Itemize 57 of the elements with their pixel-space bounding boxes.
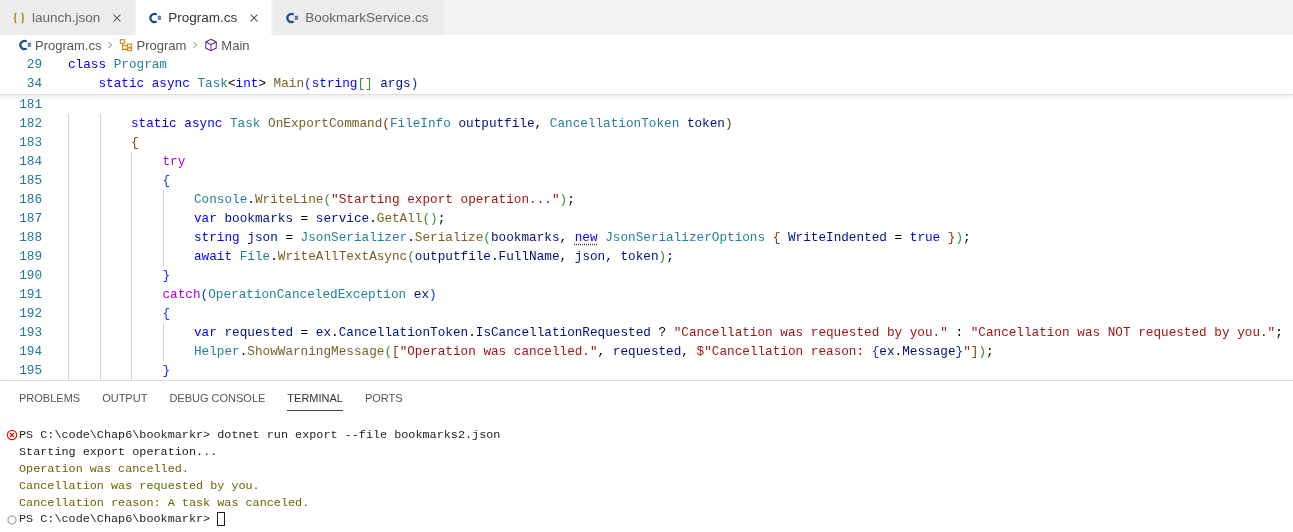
- panel-tab[interactable]: OUTPUT: [102, 392, 148, 410]
- code-line: {: [162, 172, 171, 190]
- breadcrumb-item[interactable]: Program.cs: [35, 37, 102, 53]
- line-number: 189: [18, 249, 42, 264]
- csharp-file-icon: [148, 10, 163, 25]
- editor-tab[interactable]: BookmarkService.cs: [273, 0, 445, 35]
- line-number: 181: [18, 97, 42, 112]
- line-number: 184: [18, 154, 42, 169]
- editor-tab[interactable]: launch.json: [0, 0, 135, 35]
- line-number: 185: [18, 173, 42, 188]
- code-line: try: [162, 153, 186, 171]
- code-line: await File.WriteAllTextAsync(outputfile.FullName, json, token);: [194, 248, 674, 266]
- terminal-output: Cancellation was requested by you.: [19, 478, 260, 493]
- code-line: catch(OperationCanceledException ex): [162, 286, 437, 304]
- terminal-prompt: PS C:\code\Chap6\bookmarkr> dotnet run export --file bookmarks2.json: [19, 427, 501, 442]
- line-number: 190: [18, 268, 42, 283]
- cube-icon: [204, 38, 219, 52]
- csharp-file-icon: [18, 38, 32, 52]
- breadcrumb-item[interactable]: Program: [136, 37, 187, 53]
- panel-tab[interactable]: PROBLEMS: [19, 392, 81, 410]
- panel-tab[interactable]: DEBUG CONSOLE: [169, 392, 266, 410]
- code-line: var bookmarks = service.GetAll();: [194, 210, 446, 228]
- line-number: 188: [18, 230, 42, 245]
- line-number: 182: [18, 116, 42, 131]
- line-number: 191: [18, 287, 42, 302]
- error-icon[interactable]: [6, 428, 18, 441]
- line-number: 186: [18, 192, 42, 207]
- line-number: 183: [18, 135, 42, 150]
- line-number: 187: [18, 211, 42, 226]
- code-line: var requested = ex.CancellationToken.IsCancellationRequested ? "Cancellation was requested by you." : "Cancellation was NOT requested by you.";: [194, 324, 1283, 342]
- terminal-output: Operation was cancelled.: [19, 461, 189, 476]
- line-number: 193: [18, 325, 42, 340]
- editor-tab[interactable]: Program.cs: [136, 0, 272, 35]
- line-number: 192: [18, 306, 42, 321]
- code-line: {: [162, 305, 171, 323]
- terminal-prompt: PS C:\code\Chap6\bookmarkr>: [19, 512, 226, 527]
- class-icon: [119, 38, 134, 52]
- code-line: {: [131, 134, 139, 152]
- line-number: 34: [25, 76, 42, 91]
- line-number: 195: [18, 363, 42, 378]
- code-line: static async Task<int> Main(string[] args): [97, 76, 419, 91]
- code-line: }: [162, 362, 171, 380]
- line-number: 194: [18, 344, 42, 359]
- braces-icon: [12, 10, 26, 25]
- terminal-output: Cancellation reason: A task was canceled.: [19, 495, 310, 510]
- csharp-file-icon: [285, 10, 300, 25]
- breadcrumb-item[interactable]: Main: [221, 37, 250, 53]
- terminal-output: Starting export operation...: [19, 444, 218, 459]
- code-line: static async Task OnExportCommand(FileInfo outputfile, CancellationToken token): [131, 115, 733, 133]
- line-number: 29: [25, 57, 42, 72]
- code-line: }: [162, 267, 171, 285]
- code-line: Console.WriteLine("Starting export operation...");: [194, 191, 575, 209]
- panel-tab[interactable]: TERMINAL: [287, 392, 343, 411]
- code-line: string json = JsonSerializer.Serialize(bookmarks, new JsonSerializerOptions { WriteIndented = true });: [194, 229, 971, 247]
- code-line: Helper.ShowWarningMessage(["Operation was cancelled.", requested, $"Cancellation reason: {ex.Message}"]);: [194, 343, 994, 361]
- code-line: class Program: [68, 57, 167, 72]
- panel-tab[interactable]: PORTS: [364, 392, 403, 410]
